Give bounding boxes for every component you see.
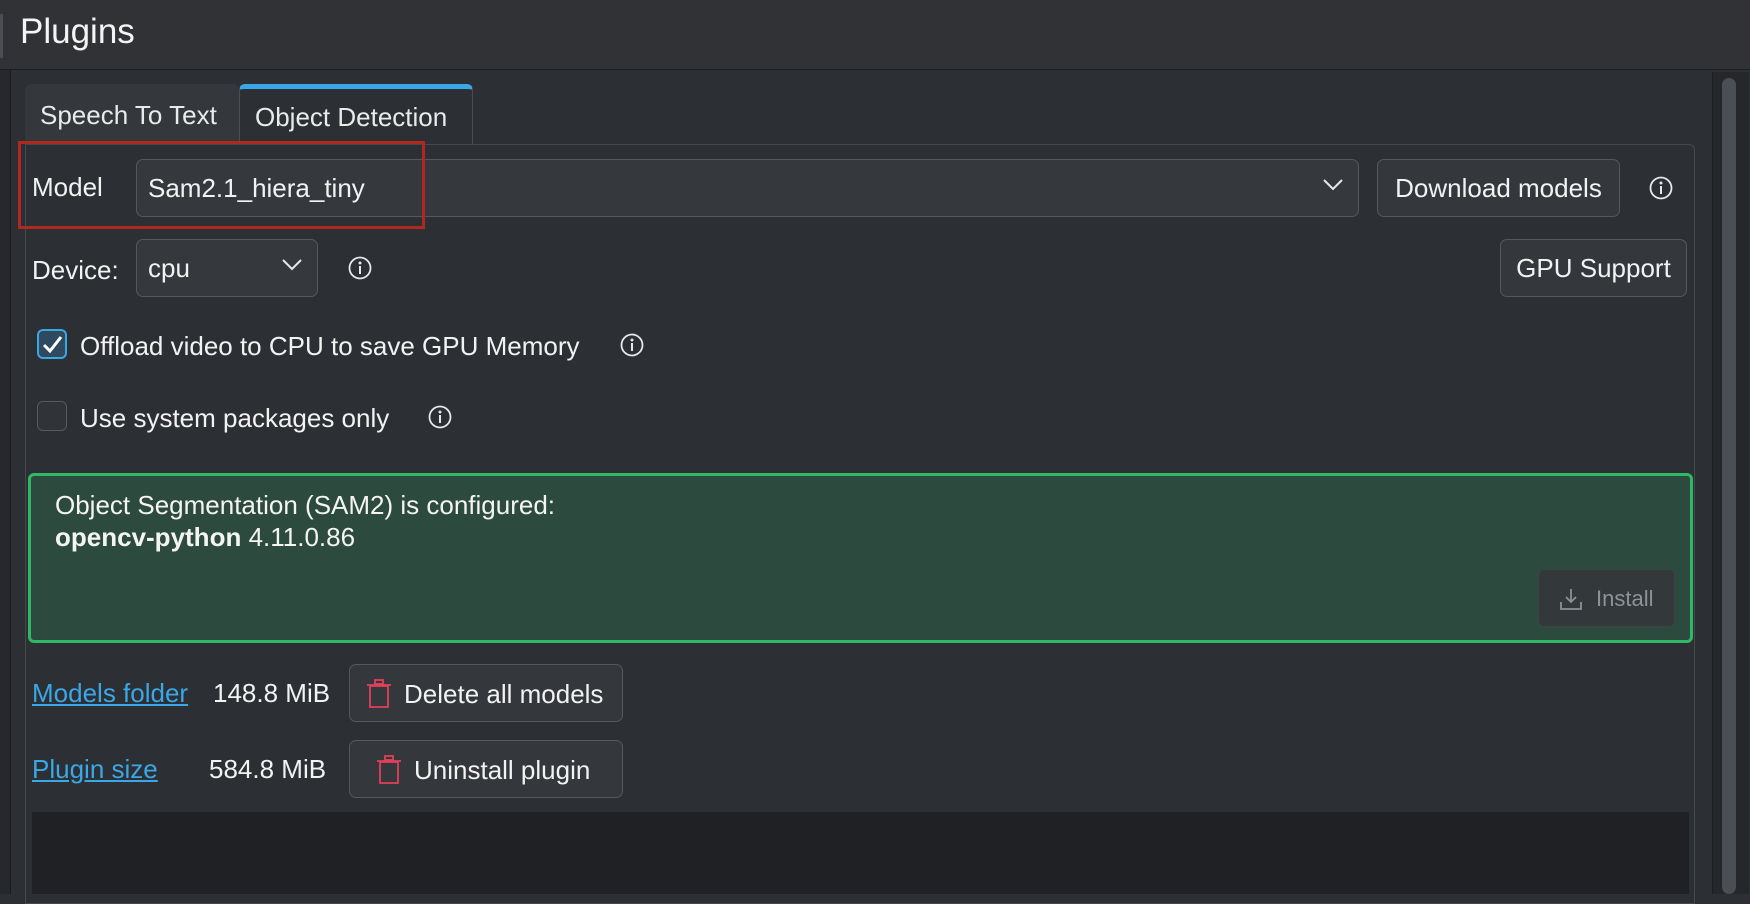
model-highlight-box (18, 141, 425, 229)
delete-all-models-label: Delete all models (404, 679, 604, 709)
info-icon[interactable] (348, 256, 372, 280)
uninstall-plugin-label: Uninstall plugin (414, 755, 591, 785)
device-select-value: cpu (148, 253, 190, 283)
package-name: opencv-python (55, 522, 242, 552)
package-info: opencv-python 4.11.0.86 (55, 522, 355, 553)
install-label: Install (1596, 586, 1654, 611)
left-pane-edge (0, 70, 11, 894)
status-box: Object Segmentation (SAM2) is configured… (28, 473, 1693, 643)
header-separator (0, 14, 3, 58)
info-icon[interactable] (428, 405, 452, 429)
models-folder-link[interactable]: Models folder (32, 678, 188, 709)
status-message: Object Segmentation (SAM2) is configured… (55, 490, 556, 520)
offload-video-label[interactable]: Offload video to CPU to save GPU Memory (80, 331, 580, 362)
uninstall-plugin-button[interactable]: Uninstall plugin (349, 740, 623, 798)
package-version: 4.11.0.86 (248, 522, 356, 552)
system-packages-checkbox[interactable] (37, 401, 67, 431)
plugin-size-link[interactable]: Plugin size (32, 754, 158, 785)
window-header: Plugins (0, 0, 1750, 70)
chevron-down-icon (282, 259, 302, 271)
info-icon[interactable] (1649, 176, 1673, 200)
system-packages-label[interactable]: Use system packages only (80, 403, 389, 434)
info-icon[interactable] (620, 333, 644, 357)
tab-object-detection[interactable]: Object Detection (239, 84, 473, 144)
scrollbar-thumb[interactable] (1722, 78, 1736, 894)
plugin-size-value: 584.8 MiB (209, 754, 327, 784)
download-icon (1560, 589, 1582, 610)
trash-icon (367, 679, 391, 708)
device-label: Device: (32, 255, 119, 285)
install-button[interactable]: Install (1538, 569, 1675, 627)
trash-icon (377, 755, 401, 784)
models-folder-size: 148.8 MiB (213, 678, 331, 708)
gpu-support-button[interactable]: GPU Support (1500, 239, 1687, 297)
checkmark-icon (42, 336, 63, 354)
delete-all-models-button[interactable]: Delete all models (349, 664, 623, 722)
tab-speech-to-text[interactable]: Speech To Text (25, 84, 239, 144)
chevron-down-icon (1323, 179, 1343, 191)
log-output-area (32, 812, 1689, 894)
download-models-button[interactable]: Download models (1377, 159, 1620, 217)
offload-video-checkbox[interactable] (37, 329, 67, 359)
device-select[interactable]: cpu (136, 239, 318, 297)
page-title: Plugins (20, 12, 135, 51)
